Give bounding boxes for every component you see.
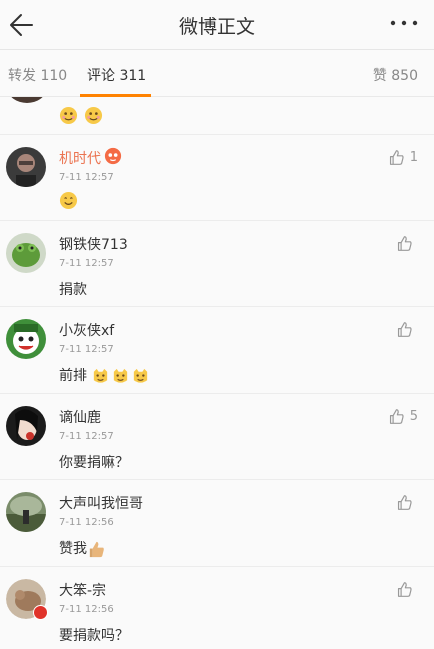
cat-emoji-icon — [94, 368, 108, 383]
list-item[interactable]: 钢铁侠713 7-11 12:57 捐款 — [0, 221, 434, 307]
avatar[interactable] — [6, 579, 48, 620]
tab-repost[interactable]: 转发 110 — [8, 65, 67, 85]
list-item[interactable]: 大声叫我恒哥 7-11 12:56 赞我 — [0, 480, 434, 567]
comment-list[interactable]: 机时代 7-11 12:57 1 钢铁侠713 7-11 12:57 捐款 小灰… — [0, 97, 434, 649]
timestamp: 7-11 12:57 — [59, 172, 114, 183]
comment-text: 前排 — [59, 368, 87, 384]
like-button[interactable]: 1 — [388, 147, 418, 167]
avatar[interactable] — [6, 492, 46, 532]
like-count: 5 — [409, 408, 418, 424]
thumbs-up-icon — [389, 149, 404, 165]
doge-emoji-icon — [85, 106, 103, 125]
comment-content: 赞我 — [59, 538, 107, 559]
list-item[interactable]: 机时代 7-11 12:57 1 — [0, 135, 434, 221]
like-button[interactable] — [396, 319, 418, 339]
comment-content — [59, 191, 79, 210]
more-dots-icon[interactable] — [388, 10, 420, 36]
username[interactable]: 小灰侠xf — [59, 320, 114, 340]
like-button[interactable]: 5 — [388, 406, 418, 426]
smile-emoji-icon — [59, 191, 78, 210]
like-count: 1 — [409, 149, 418, 165]
list-item[interactable] — [0, 97, 434, 135]
timestamp: 7-11 12:57 — [59, 431, 114, 442]
username[interactable]: 钢铁侠713 — [59, 234, 128, 254]
avatar[interactable] — [6, 319, 46, 359]
tab-bar: 转发 110 评论 311 赞 850 — [0, 50, 434, 97]
avatar[interactable] — [8, 97, 46, 103]
avatar[interactable] — [6, 406, 46, 446]
username[interactable]: 谪仙鹿 — [59, 407, 101, 427]
thumbs-up-icon — [397, 321, 412, 337]
tab-comment[interactable]: 评论 311 — [87, 65, 146, 85]
like-button[interactable] — [396, 233, 418, 253]
avatar[interactable] — [6, 147, 46, 187]
list-item[interactable]: 谪仙鹿 7-11 12:57 你要捐嘛？ 5 — [0, 394, 434, 480]
username[interactable]: 大声叫我恒哥 — [59, 493, 143, 513]
thumbs-up-icon — [389, 408, 404, 424]
thumbs-up-icon — [397, 235, 412, 251]
avatar[interactable] — [6, 233, 46, 273]
thumbs-up-icon — [397, 494, 412, 510]
comment-content: 要捐款吗？ — [59, 628, 129, 644]
username[interactable]: 机时代 — [59, 148, 101, 168]
top-bar: 微博正文 — [0, 0, 434, 50]
vip-emoji-icon — [104, 147, 122, 165]
thumbs-up-icon — [397, 581, 412, 597]
doge-emoji-icon — [59, 106, 78, 125]
comment-text: 赞我 — [59, 541, 87, 557]
timestamp: 7-11 12:56 — [59, 517, 114, 528]
list-item[interactable]: 大笨-宗 7-11 12:56 要捐款吗？ — [0, 567, 434, 649]
timestamp: 7-11 12:57 — [59, 258, 114, 269]
timestamp: 7-11 12:57 — [59, 344, 114, 355]
like-button[interactable] — [396, 492, 418, 512]
timestamp: 7-11 12:56 — [59, 604, 114, 615]
comment-content: 捐款 — [59, 282, 87, 298]
comment-content: 你要捐嘛？ — [59, 455, 129, 471]
username[interactable]: 大笨-宗 — [59, 580, 106, 600]
cat-emoji-icon — [114, 368, 128, 383]
tab-like[interactable]: 赞 850 — [373, 65, 418, 85]
verified-badge-icon — [33, 605, 48, 620]
page-title: 微博正文 — [178, 16, 255, 38]
list-item[interactable]: 小灰侠xf 7-11 12:57 前排 — [0, 307, 434, 394]
comment-content: 前排 — [59, 365, 151, 386]
like-button[interactable] — [396, 579, 418, 599]
cat-emoji-icon — [134, 368, 148, 383]
thumbs-up-emoji-icon — [89, 541, 104, 557]
comment-content — [59, 105, 104, 125]
